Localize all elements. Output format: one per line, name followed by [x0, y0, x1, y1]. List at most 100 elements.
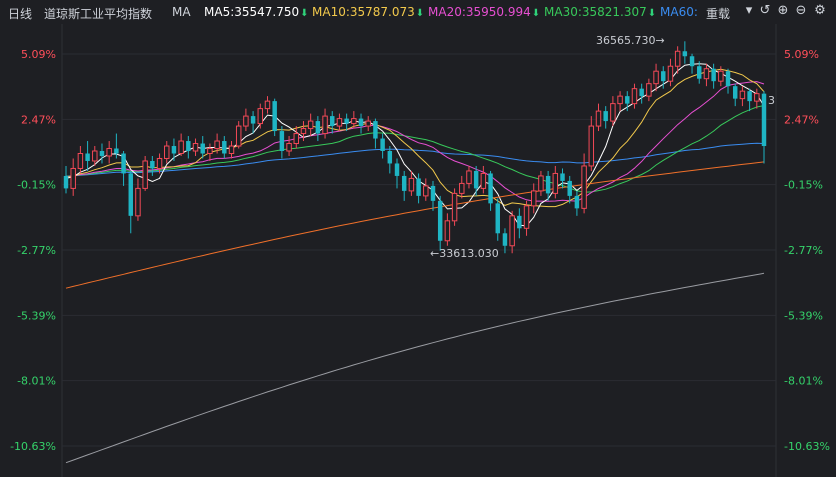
candle-body [358, 118, 364, 127]
candle-body [279, 131, 285, 152]
candle [279, 126, 285, 159]
y-tick-label-left: -8.01% [17, 375, 56, 388]
y-tick-label-left: -0.15% [17, 179, 56, 192]
candle [682, 41, 688, 64]
candle-body [732, 86, 738, 99]
candle [373, 118, 378, 149]
candle-body [150, 160, 155, 169]
right-edge-label: 3 [768, 94, 775, 107]
candle-body [661, 71, 666, 82]
candle-body [99, 151, 105, 156]
y-tick-label-left: -5.39% [17, 309, 56, 322]
candle-body [430, 185, 436, 201]
candle [322, 108, 328, 139]
candle-body [754, 93, 760, 102]
candle-body [574, 195, 580, 209]
candle [653, 63, 659, 92]
candle-body [416, 178, 421, 196]
candle [250, 111, 256, 134]
candle [336, 113, 343, 132]
candle-body [444, 220, 451, 242]
candle-body [610, 103, 616, 122]
candle-body [588, 125, 595, 167]
candle-body [711, 68, 716, 82]
down-arrow-icon: ⬇ [647, 8, 657, 19]
dropdown-icon[interactable]: ▾ [742, 4, 756, 18]
zoom-out-icon[interactable]: ⊖ [794, 4, 808, 18]
candle [538, 170, 544, 196]
ma120-line [65, 161, 765, 289]
reset-button[interactable]: 重载 [706, 5, 730, 22]
candle-body [200, 143, 205, 154]
zoom-in-icon[interactable]: ⊕ [776, 4, 790, 18]
candle [243, 108, 249, 132]
candle [394, 158, 400, 189]
candle-body [286, 143, 292, 152]
candle [77, 146, 84, 174]
y-tick-label-right: 2.47% [784, 113, 819, 126]
candle [264, 96, 271, 114]
candle-body [336, 118, 343, 127]
candle-body [307, 120, 314, 130]
candle [286, 136, 292, 156]
candle [697, 61, 702, 84]
candle [595, 103, 602, 132]
candle-body [502, 233, 508, 246]
candle-body [653, 70, 659, 85]
candle-body [495, 203, 500, 234]
candlestick-chart[interactable]: 5.09% 5.09% 2.47% 2.47% -0.15% -0.15% -2.77% -2… [0, 24, 836, 477]
ma5-line [65, 63, 765, 227]
y-tick-label-right: -10.63% [784, 440, 830, 453]
candle [423, 178, 429, 201]
candle-body [437, 200, 443, 241]
candle-body [121, 153, 126, 174]
y-tick-label-left: -2.77% [17, 244, 56, 257]
undo-icon[interactable]: ↺ [758, 4, 772, 18]
candle-body [523, 205, 530, 229]
candle [588, 116, 595, 171]
candle [646, 78, 652, 102]
down-arrow-icon: ⬇ [531, 8, 541, 19]
candle [307, 113, 314, 137]
candle-body [423, 185, 429, 197]
candle [106, 141, 112, 164]
candle-body [631, 88, 638, 105]
indicator-name[interactable]: MA [172, 5, 191, 19]
candle [228, 141, 235, 159]
ma20-value: MA20:35950.994⬇ [428, 5, 541, 19]
period-label[interactable]: 日线 [8, 5, 32, 22]
y-tick-label-left: 5.09% [21, 48, 56, 61]
candle-body [667, 65, 674, 82]
ma5-value: MA5:35547.750⬇ [204, 5, 309, 19]
candle [639, 83, 644, 104]
candle-body [718, 70, 724, 82]
candle [380, 133, 385, 159]
candle-body [222, 141, 227, 154]
candle [358, 113, 364, 134]
ma30-value: MA30:35821.307⬇ [544, 5, 657, 19]
candle-body [214, 140, 220, 150]
candle-body [538, 175, 544, 192]
candle-body [106, 148, 112, 157]
candle [365, 116, 371, 132]
candle-body [401, 175, 407, 191]
candle-body [128, 173, 133, 216]
candle [164, 141, 170, 164]
y-tick-label-right: -0.15% [784, 179, 823, 192]
candle-body [674, 50, 681, 67]
candle-body [581, 165, 587, 209]
candle-body [725, 71, 731, 87]
candle [703, 63, 710, 87]
candle [330, 111, 335, 134]
candle-body [466, 170, 472, 184]
candles [63, 41, 767, 254]
settings-icon[interactable]: ⚙ [813, 4, 827, 18]
candle-body [488, 173, 493, 204]
candle-body [351, 118, 357, 125]
candle [192, 138, 199, 156]
candle [444, 213, 451, 246]
candle-body [300, 128, 307, 135]
candle [401, 170, 407, 201]
candle [739, 86, 746, 107]
candle-body [250, 116, 256, 124]
